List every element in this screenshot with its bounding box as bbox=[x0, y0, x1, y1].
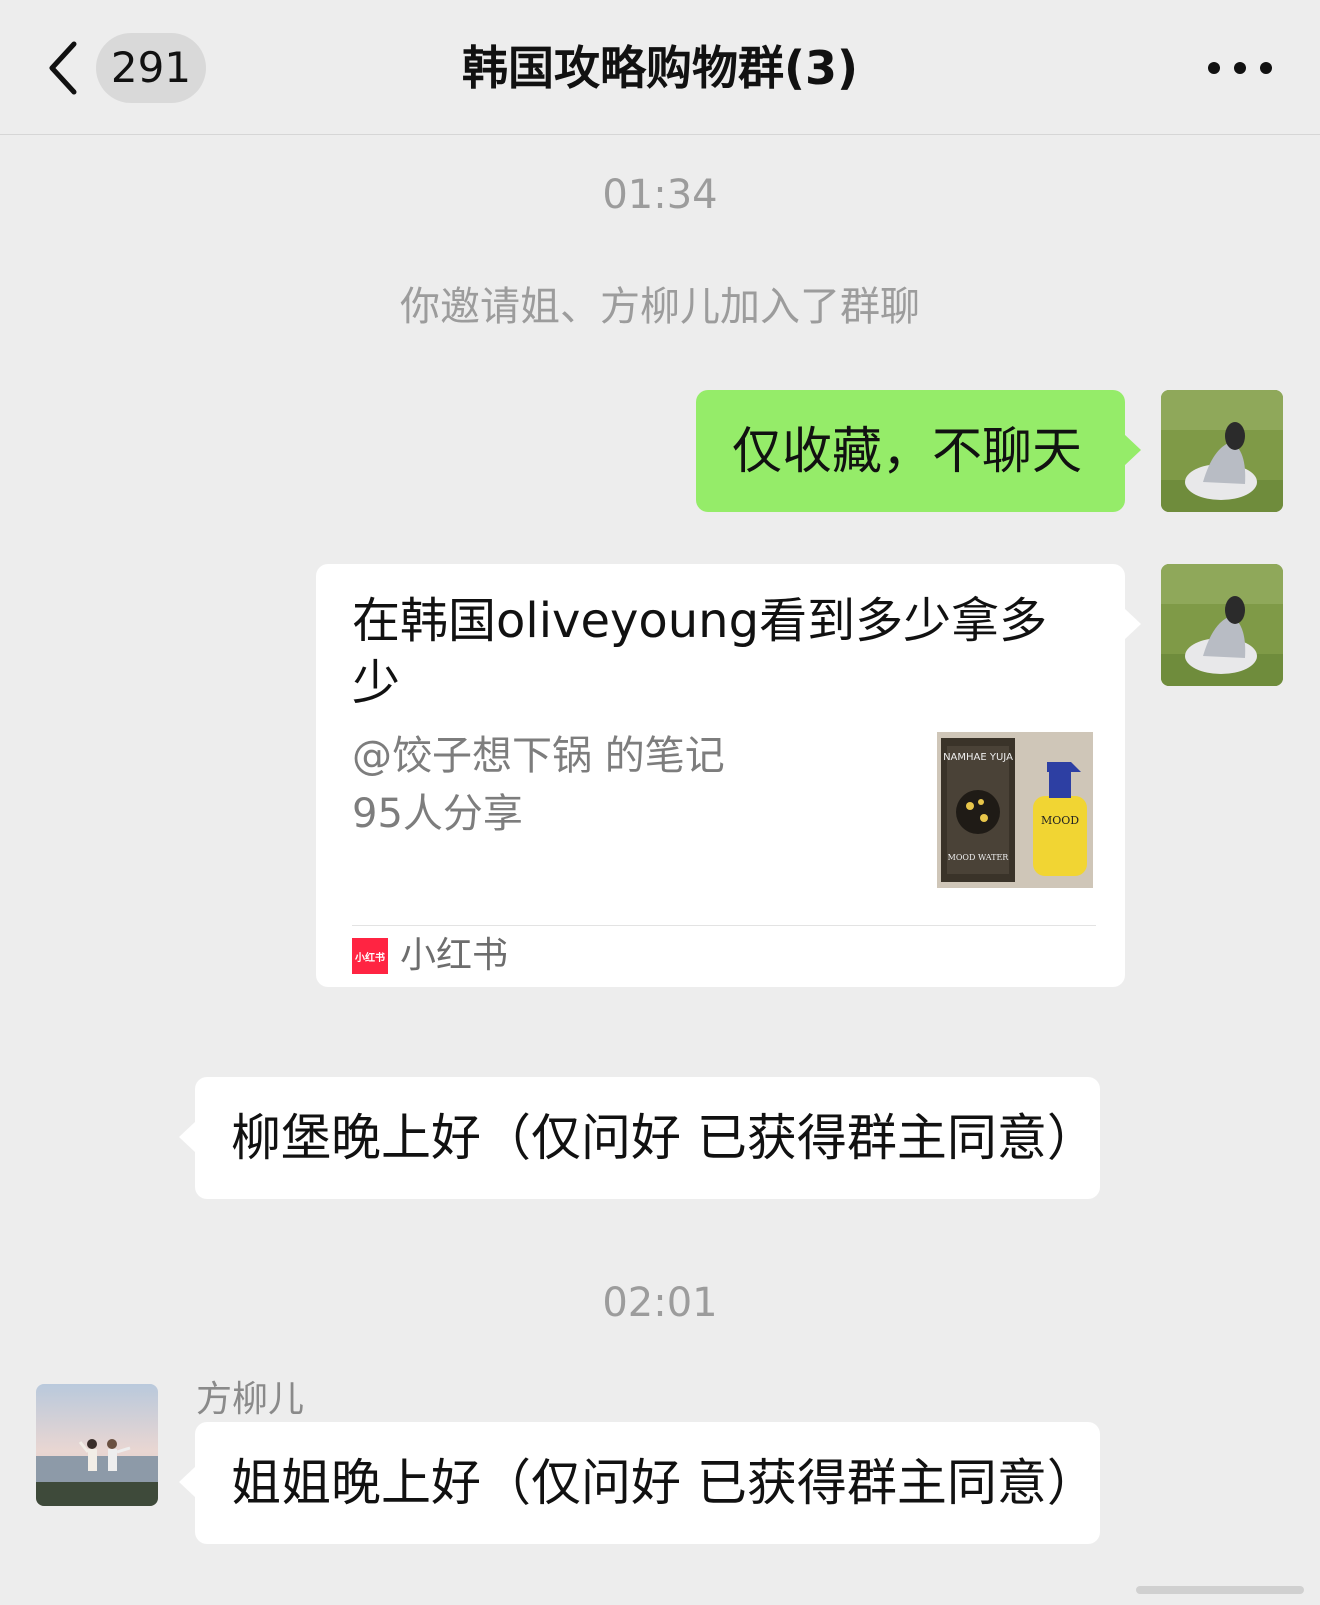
incoming-message-bubble[interactable]: 姐姐晚上好（仅问好 已获得群主同意） bbox=[179, 1422, 1100, 1544]
message-text: 仅收藏，不聊天 bbox=[732, 422, 1082, 480]
thumb-bottle-label: MOOD bbox=[1041, 814, 1079, 827]
card-author: @饺子想下锅 的笔记 bbox=[352, 733, 725, 779]
my-avatar[interactable] bbox=[1161, 390, 1283, 512]
card-share-count: 95人分享 bbox=[352, 791, 523, 837]
shared-card[interactable]: 在韩国oliveyoung看到多少拿多少 @饺子想下锅 的笔记 95人分享 NA… bbox=[316, 564, 1141, 987]
system-notice: 你邀请姐、方柳儿加入了群聊 bbox=[400, 284, 920, 330]
card-divider bbox=[352, 925, 1096, 926]
home-indicator bbox=[1136, 1586, 1304, 1594]
incoming-message-bubble[interactable]: 柳堡晚上好（仅问好 已获得群主同意） bbox=[179, 1077, 1100, 1199]
chat-title: 韩国攻略购物群(3) bbox=[461, 41, 859, 95]
my-message-bubble[interactable]: 仅收藏，不聊天 bbox=[696, 390, 1141, 512]
chat-header: 291 韩国攻略购物群(3) bbox=[0, 0, 1320, 135]
back-icon[interactable] bbox=[42, 38, 86, 98]
unread-count-badge[interactable]: 291 bbox=[96, 33, 206, 103]
more-icon[interactable] bbox=[1204, 56, 1276, 80]
bubble-tail bbox=[1124, 434, 1141, 466]
card-title: 在韩国oliveyoung看到多少拿多少 bbox=[352, 593, 1048, 711]
xiaohongshu-icon: 小红书 bbox=[352, 938, 388, 974]
card-thumbnail: NAMHAE YUJA MOOD WATER MOOD bbox=[937, 732, 1093, 888]
my-avatar[interactable] bbox=[1161, 564, 1283, 686]
bubble-tail bbox=[179, 1466, 196, 1498]
message-text: 姐姐晚上好（仅问好 已获得群主同意） bbox=[231, 1454, 1097, 1512]
card-source: 小红书 bbox=[400, 935, 509, 976]
xiaohongshu-icon-text: 小红书 bbox=[354, 951, 385, 964]
message-text: 柳堡晚上好（仅问好 已获得群主同意） bbox=[231, 1109, 1097, 1167]
sender-name: 方柳儿 bbox=[196, 1379, 305, 1420]
bubble-tail bbox=[1124, 608, 1141, 640]
message-timestamp: 01:34 bbox=[602, 172, 718, 218]
message-timestamp: 02:01 bbox=[602, 1280, 718, 1326]
thumb-label-top: NAMHAE YUJA bbox=[943, 752, 1013, 763]
sender-avatar[interactable] bbox=[36, 1384, 158, 1506]
bubble-tail bbox=[179, 1121, 196, 1153]
thumb-label-bottom: MOOD WATER bbox=[948, 853, 1010, 862]
